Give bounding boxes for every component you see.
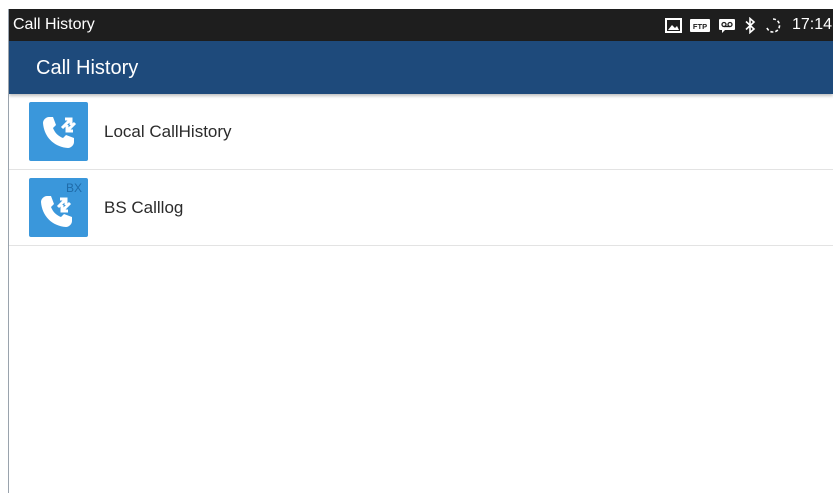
- device-screen: Call History FTP 17:14 Call History Loca…: [9, 9, 833, 493]
- bluetooth-icon: [744, 16, 756, 34]
- list-item-label: BS Calllog: [104, 198, 184, 217]
- window-top-edge: [0, 0, 833, 9]
- list-item-bs-calllog[interactable]: BX BS Calllog: [9, 170, 833, 246]
- status-bar-title: Call History: [13, 16, 95, 33]
- bx-badge: BX: [66, 181, 83, 195]
- image-icon: [665, 16, 682, 34]
- status-bar-time: 17:14: [792, 16, 833, 33]
- sync-icon: [764, 16, 782, 34]
- ftp-icon-text: FTP: [693, 22, 707, 31]
- local-call-history-icon: [29, 102, 88, 161]
- status-bar: Call History FTP 17:14: [9, 9, 833, 41]
- ftp-icon: FTP: [690, 16, 710, 34]
- app-bar-title: Call History: [36, 57, 139, 79]
- call-history-list: Local CallHistory BX BS Calllog: [9, 94, 833, 246]
- window-left-edge: [0, 9, 9, 493]
- voicemail-icon: [718, 16, 736, 34]
- list-item-label: Local CallHistory: [104, 122, 232, 141]
- list-item-local-callhistory[interactable]: Local CallHistory: [9, 94, 833, 170]
- status-icons: FTP 17:14: [665, 15, 832, 35]
- bs-calllog-icon: BX: [29, 178, 88, 237]
- app-bar: Call History: [9, 41, 833, 94]
